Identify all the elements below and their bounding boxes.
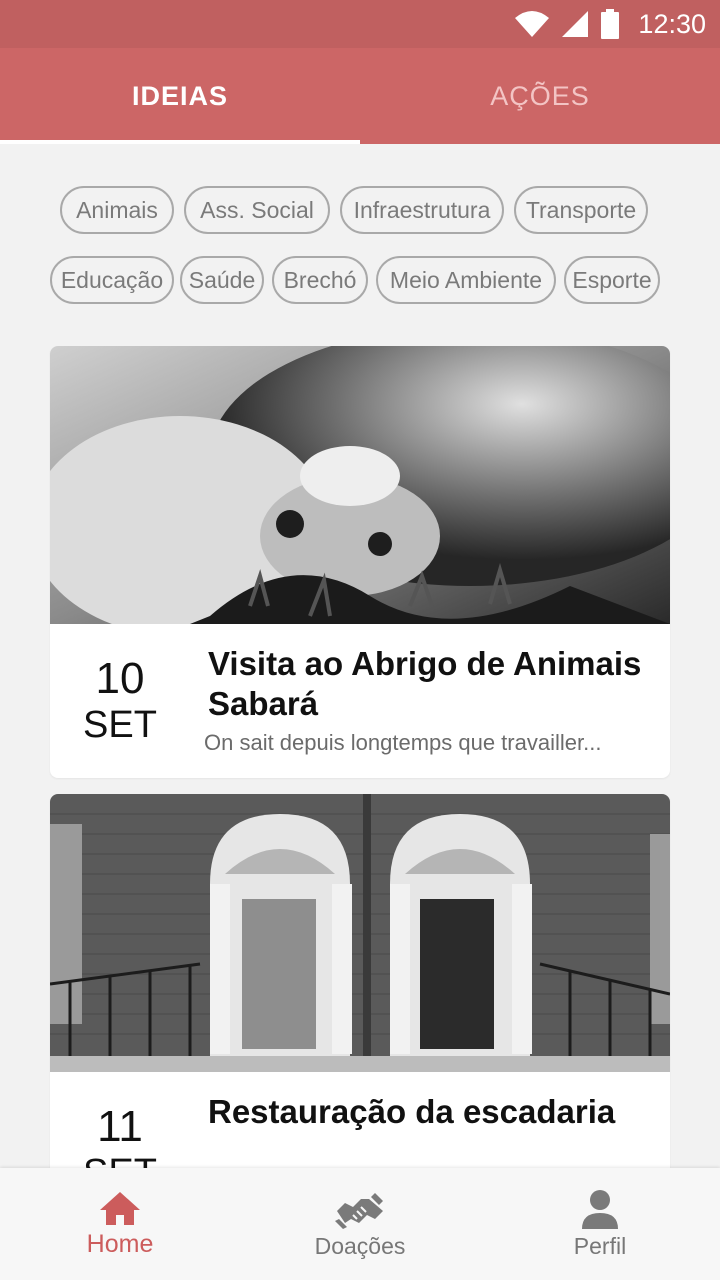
cat-and-dog-photo — [50, 346, 670, 624]
status-time: 12:30 — [638, 8, 706, 39]
event-card[interactable]: 11 SET Restauração da escadaria — [50, 794, 670, 1226]
chip-transporte[interactable]: Transporte — [514, 186, 648, 234]
nav-doacoes-label: Doações — [314, 1232, 406, 1259]
nav-home[interactable]: Home — [0, 1168, 240, 1280]
chip-animais[interactable]: Animais — [60, 186, 174, 234]
nav-home-label: Home — [86, 1229, 154, 1258]
card-title: Restauração da escadaria — [208, 1093, 616, 1130]
signal-icon — [562, 11, 589, 37]
chip-row: Educação Saúde Brechó Meio Ambiente Espo… — [0, 256, 720, 306]
georgian-doors-photo — [50, 794, 670, 1072]
handshake-icon — [335, 1192, 383, 1229]
battery-icon — [601, 9, 620, 39]
nav-perfil[interactable]: Perfil — [480, 1168, 720, 1280]
chip-educacao[interactable]: Educação — [50, 256, 174, 304]
chip-saude[interactable]: Saúde — [180, 256, 264, 304]
tab-ideias[interactable]: IDEIAS — [0, 48, 360, 144]
card-title: Visita ao Abrigo de Animais Sabará — [208, 645, 642, 722]
tab-active-indicator — [0, 140, 360, 144]
chip-ass-social[interactable]: Ass. Social — [184, 186, 330, 234]
card-date-day: 10 — [95, 654, 145, 703]
card-body: 10 SET Visita ao Abrigo de Animais Sabar… — [50, 624, 670, 778]
card-date-day: 11 — [97, 1102, 143, 1151]
chip-brecho[interactable]: Brechó — [272, 256, 368, 304]
card-date-month: SET — [83, 704, 157, 746]
event-card[interactable]: 10 SET Visita ao Abrigo de Animais Sabar… — [50, 346, 670, 778]
wifi-icon — [515, 11, 550, 37]
chip-esporte[interactable]: Esporte — [564, 256, 660, 304]
person-icon — [582, 1189, 618, 1229]
nav-perfil-label: Perfil — [573, 1232, 627, 1259]
home-icon — [100, 1191, 140, 1225]
tab-ideias-label: IDEIAS — [131, 80, 229, 111]
card-description: On sait depuis longtemps que travailler.… — [204, 730, 602, 755]
tab-bar: IDEIAS AÇÕES — [0, 48, 720, 144]
nav-doacoes[interactable]: Doações — [240, 1168, 480, 1280]
chip-meio-ambiente[interactable]: Meio Ambiente — [376, 256, 556, 304]
tab-acoes[interactable]: AÇÕES — [360, 48, 720, 144]
chip-infraestrutura[interactable]: Infraestrutura — [340, 186, 504, 234]
tab-acoes-label: AÇÕES — [490, 80, 590, 111]
bottom-navigation: Home Doações Perfil — [0, 1168, 720, 1280]
status-bar: 12:30 — [0, 0, 720, 48]
chip-row: Animais Ass. Social Infraestrutura Trans… — [0, 186, 720, 236]
